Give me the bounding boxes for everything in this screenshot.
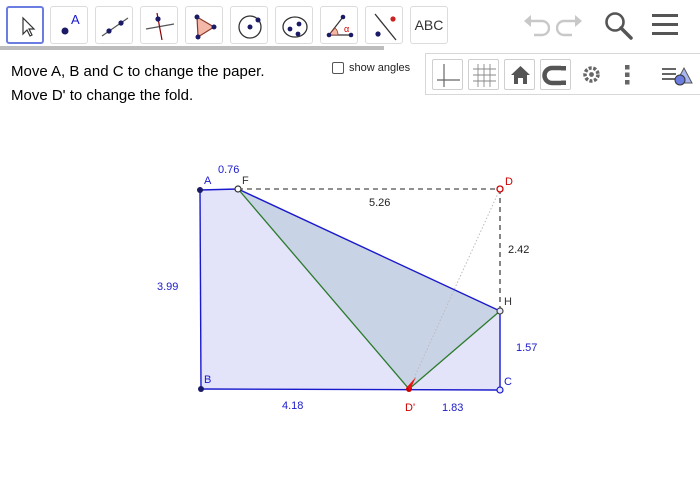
point-D <box>496 185 504 193</box>
point-A[interactable] <box>197 187 203 193</box>
point-B[interactable] <box>198 386 204 392</box>
label-Dprime: D' <box>405 402 415 414</box>
label-F: F <box>242 175 249 187</box>
label-C: C <box>504 376 512 388</box>
measure-FD: 5.26 <box>369 197 390 209</box>
label-A: A <box>204 175 212 187</box>
point-H <box>496 307 504 315</box>
measure-BDprime: 4.18 <box>282 400 303 412</box>
measure-DprimeC: 1.83 <box>442 402 463 414</box>
edge-BC <box>200 388 501 391</box>
measure-AF: 0.76 <box>218 164 239 176</box>
point-C[interactable] <box>496 386 504 394</box>
measure-HC: 1.57 <box>516 342 537 354</box>
edge-AB <box>199 189 202 390</box>
label-B: B <box>204 374 211 386</box>
measure-DH: 2.42 <box>508 244 529 256</box>
label-D: D <box>505 176 513 188</box>
point-F <box>234 185 242 193</box>
geometry-canvas: A B C F H D D' 0.76 5.26 2.42 3.99 1.57 … <box>157 164 537 414</box>
edge-AF <box>199 188 239 191</box>
label-H: H <box>504 296 512 308</box>
measure-AB: 3.99 <box>157 281 178 293</box>
